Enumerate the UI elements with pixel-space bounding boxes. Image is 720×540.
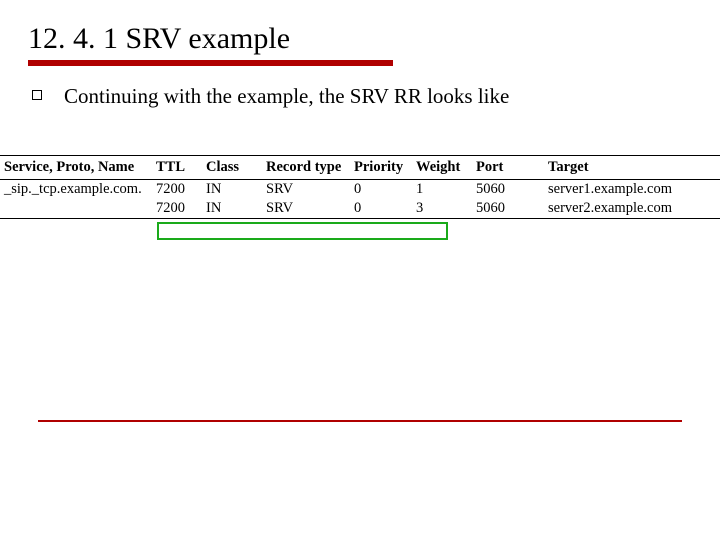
cell-class: IN <box>202 180 262 200</box>
th-weight: Weight <box>412 156 472 180</box>
highlight-box <box>157 222 448 240</box>
cell-rtype: SRV <box>262 180 350 200</box>
table-row: _sip._tcp.example.com. 7200 IN SRV 0 1 5… <box>0 180 720 200</box>
th-class: Class <box>202 156 262 180</box>
table-row: 7200 IN SRV 0 3 5060 server2.example.com <box>0 199 720 219</box>
cell-target: server2.example.com <box>544 199 720 219</box>
th-ttl: TTL <box>152 156 202 180</box>
cell-ttl: 7200 <box>152 199 202 219</box>
cell-port: 5060 <box>472 199 544 219</box>
slide-title: 12. 4. 1 SRV example <box>28 22 692 56</box>
th-rtype: Record type <box>262 156 350 180</box>
table-header-row: Service, Proto, Name TTL Class Record ty… <box>0 156 720 180</box>
srv-table: Service, Proto, Name TTL Class Record ty… <box>0 155 720 219</box>
cell-ttl: 7200 <box>152 180 202 200</box>
cell-port: 5060 <box>472 180 544 200</box>
th-name: Service, Proto, Name <box>0 156 152 180</box>
cell-weight: 3 <box>412 199 472 219</box>
cell-priority: 0 <box>350 180 412 200</box>
cell-name <box>0 199 152 219</box>
cell-weight: 1 <box>412 180 472 200</box>
th-port: Port <box>472 156 544 180</box>
th-target: Target <box>544 156 720 180</box>
cell-name: _sip._tcp.example.com. <box>0 180 152 200</box>
bullet-text: Continuing with the example, the SRV RR … <box>64 84 509 109</box>
cell-rtype: SRV <box>262 199 350 219</box>
cell-priority: 0 <box>350 199 412 219</box>
bullet-item: Continuing with the example, the SRV RR … <box>32 84 692 109</box>
cell-class: IN <box>202 199 262 219</box>
bottom-divider <box>38 420 682 422</box>
cell-target: server1.example.com <box>544 180 720 200</box>
square-bullet-icon <box>32 90 42 100</box>
title-underline <box>28 60 393 66</box>
th-priority: Priority <box>350 156 412 180</box>
